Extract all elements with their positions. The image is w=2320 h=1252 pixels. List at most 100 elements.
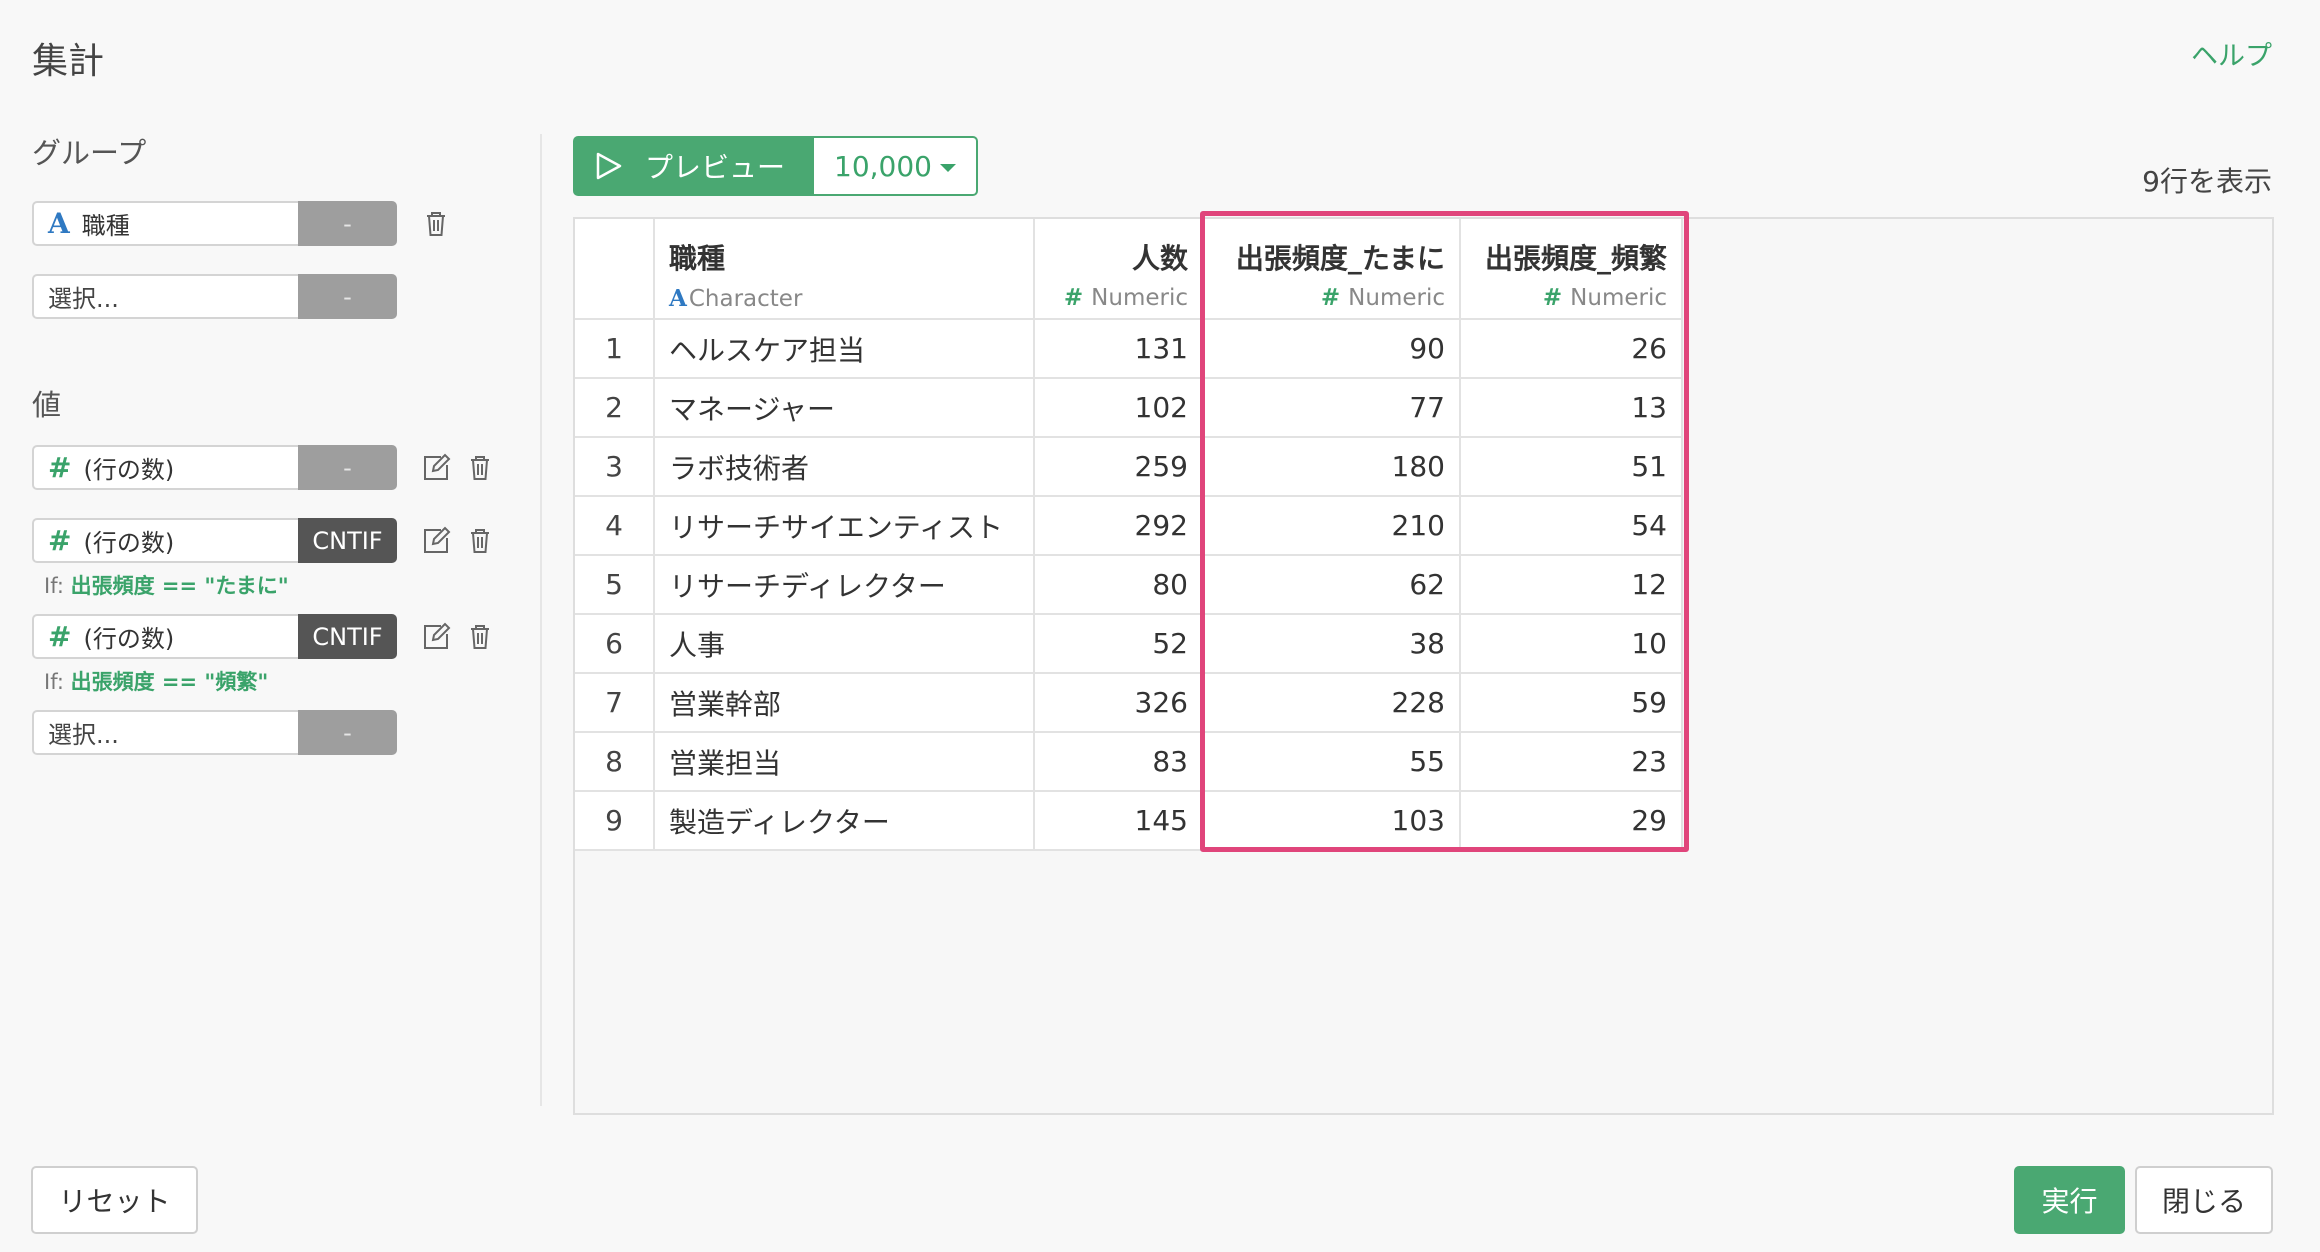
table-cell: 製造ディレクター <box>654 791 1035 851</box>
table-cell: 228 <box>1203 673 1461 733</box>
row-index: 4 <box>575 496 655 556</box>
numeric-type-icon: # <box>1542 285 1563 311</box>
play-icon <box>596 152 622 180</box>
value-tag[interactable]: CNTIF <box>298 614 397 659</box>
numeric-type-icon: # <box>1320 285 1341 311</box>
row-index: 1 <box>575 319 655 379</box>
table-cell: 13 <box>1460 378 1683 438</box>
row-count-label: 9行を表示 <box>2142 165 2272 198</box>
value-field-2[interactable]: # (行の数) <box>32 518 298 563</box>
column-header[interactable]: 人数 # Numeric <box>1034 219 1204 320</box>
page-title: 集計 <box>32 41 105 82</box>
table-cell: 259 <box>1034 437 1204 497</box>
table-cell: リサーチサイエンティスト <box>654 496 1035 556</box>
edit-icon[interactable] <box>419 620 453 654</box>
preview-button[interactable]: プレビュー <box>573 136 814 196</box>
table-row: 5 リサーチディレクター 80 62 12 <box>575 555 1683 615</box>
value-row-4: 選択... - <box>32 710 397 755</box>
value-field-value: (行の数) <box>83 625 175 653</box>
edit-icon[interactable] <box>419 451 453 485</box>
run-button[interactable]: 実行 <box>2014 1166 2125 1234</box>
table-row: 8 営業担当 83 55 23 <box>575 732 1683 792</box>
condition-prefix: If: <box>44 670 64 694</box>
group-tag[interactable]: - <box>298 274 397 319</box>
value-tag[interactable]: - <box>298 445 397 490</box>
table-row: 4 リサーチサイエンティスト 292 210 54 <box>575 496 1683 556</box>
table-cell: マネージャー <box>654 378 1035 438</box>
value-row-1: # (行の数) - <box>32 445 497 490</box>
table-row: 7 営業幹部 326 228 59 <box>575 673 1683 733</box>
close-button[interactable]: 閉じる <box>2135 1166 2273 1234</box>
trash-icon[interactable] <box>463 524 497 558</box>
select-placeholder: 選択... <box>48 721 119 749</box>
column-header[interactable]: 職種 ACharacter <box>654 219 1035 320</box>
condition-text: 出張頻度 == "たまに" <box>70 574 289 598</box>
caret-down-icon <box>939 164 956 172</box>
table-cell: 180 <box>1203 437 1461 497</box>
row-index: 2 <box>575 378 655 438</box>
table-cell: 29 <box>1460 791 1683 851</box>
group-field-1[interactable]: A 職種 <box>32 201 298 246</box>
table-cell: 292 <box>1034 496 1204 556</box>
value-row-2: # (行の数) CNTIF <box>32 518 497 563</box>
value-select-field[interactable]: 選択... <box>32 710 298 755</box>
row-index: 9 <box>575 791 655 851</box>
table-cell: 51 <box>1460 437 1683 497</box>
preview-count-dropdown[interactable]: 10,000 <box>814 136 978 196</box>
trash-icon[interactable] <box>463 451 497 485</box>
value-tag[interactable]: - <box>298 710 397 755</box>
column-type: Numeric <box>1348 285 1445 311</box>
table-row: 3 ラボ技術者 259 180 51 <box>575 437 1683 497</box>
group-field-value: 職種 <box>81 212 130 240</box>
table-cell: ラボ技術者 <box>654 437 1035 497</box>
table-cell: 12 <box>1460 555 1683 615</box>
numeric-type-icon: # <box>48 620 72 653</box>
help-link[interactable]: ヘルプ <box>2191 34 2272 73</box>
table-cell: 59 <box>1460 673 1683 733</box>
table-cell: 52 <box>1034 614 1204 674</box>
column-name: 出張頻度_頻繁 <box>1484 242 1667 275</box>
condition-label: If: 出張頻度 == "頻繁" <box>44 666 268 696</box>
row-index: 6 <box>575 614 655 674</box>
table-cell: 77 <box>1203 378 1461 438</box>
select-placeholder: 選択... <box>48 285 119 313</box>
table-cell: 102 <box>1034 378 1204 438</box>
group-row-1: A 職種 - <box>32 201 453 246</box>
group-select-field[interactable]: 選択... <box>32 274 298 319</box>
character-type-icon: A <box>48 207 70 240</box>
row-index: 3 <box>575 437 655 497</box>
table-row: 1 ヘルスケア担当 131 90 26 <box>575 319 1683 379</box>
table-row: 2 マネージャー 102 77 13 <box>575 378 1683 438</box>
table-cell: 145 <box>1034 791 1204 851</box>
table-cell: 人事 <box>654 614 1035 674</box>
table-row: 6 人事 52 38 10 <box>575 614 1683 674</box>
column-header[interactable]: 出張頻度_頻繁 # Numeric <box>1460 219 1683 320</box>
table-cell: 23 <box>1460 732 1683 792</box>
numeric-type-icon: # <box>48 451 72 484</box>
group-row-2: 選択... - <box>32 274 397 319</box>
table-cell: 10 <box>1460 614 1683 674</box>
table-cell: ヘルスケア担当 <box>654 319 1035 379</box>
row-index: 7 <box>575 673 655 733</box>
condition-text: 出張頻度 == "頻繁" <box>70 670 269 694</box>
table-cell: 26 <box>1460 319 1683 379</box>
column-type: Numeric <box>1091 285 1188 311</box>
table-cell: 83 <box>1034 732 1204 792</box>
trash-icon[interactable] <box>463 620 497 654</box>
value-field-3[interactable]: # (行の数) <box>32 614 298 659</box>
row-index: 5 <box>575 555 655 615</box>
column-name: 人数 <box>1131 242 1188 275</box>
value-tag[interactable]: CNTIF <box>298 518 397 563</box>
reset-button[interactable]: リセット <box>31 1166 198 1234</box>
group-tag[interactable]: - <box>298 201 397 246</box>
result-table: 職種 ACharacter 人数 # Numeric 出張頻度_たまに # Nume… <box>575 219 1683 851</box>
column-type: Numeric <box>1570 285 1667 311</box>
value-field-1[interactable]: # (行の数) <box>32 445 298 490</box>
table-cell: リサーチディレクター <box>654 555 1035 615</box>
column-header[interactable]: 出張頻度_たまに # Numeric <box>1203 219 1461 320</box>
table-cell: 80 <box>1034 555 1204 615</box>
trash-icon[interactable] <box>419 207 453 241</box>
edit-icon[interactable] <box>419 524 453 558</box>
value-field-value: (行の数) <box>83 456 175 484</box>
panel-divider <box>540 134 542 1106</box>
